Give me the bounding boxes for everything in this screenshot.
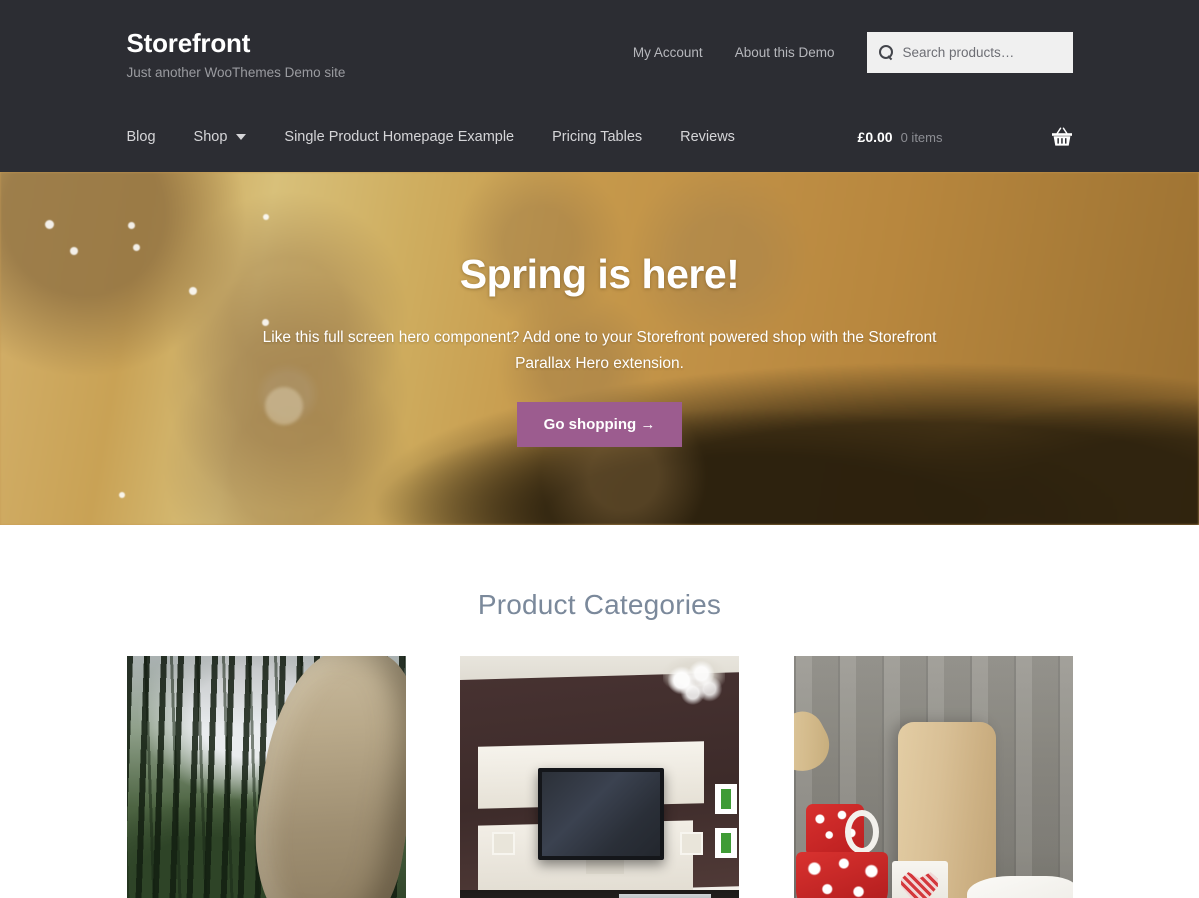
- site-title[interactable]: Storefront: [127, 28, 346, 59]
- cart-contents[interactable]: £0.00 0 items: [858, 127, 1073, 147]
- tv-screen: [538, 767, 664, 860]
- chandelier-decor: [663, 657, 725, 714]
- search-input[interactable]: [902, 45, 1061, 60]
- polka-dot-mug: [805, 803, 879, 854]
- tv-floor-unit: [460, 889, 739, 898]
- category-image-homeware: [793, 655, 1073, 898]
- polka-dot-bowl: [795, 851, 888, 898]
- heart-decor: [901, 872, 938, 898]
- nav-item-label: Shop: [193, 128, 228, 145]
- category-card-electronics[interactable]: [460, 655, 739, 898]
- wall-frame: [715, 827, 737, 858]
- nav-item-single-product-homepage-example[interactable]: Single Product Homepage Example: [284, 130, 514, 145]
- nav-item-label: Single Product Homepage Example: [284, 128, 515, 145]
- nav-item-label: Pricing Tables: [552, 128, 643, 145]
- hero-highlight-speck: [70, 247, 78, 255]
- nav-item-my-account[interactable]: My Account: [633, 46, 703, 60]
- nav-item-label: Blog: [126, 128, 156, 145]
- hero-content: Spring is here! Like this full screen he…: [127, 172, 1073, 448]
- search-icon: [878, 45, 894, 60]
- cart-total-amount: £0.00: [857, 129, 893, 146]
- heart-jar: [891, 860, 948, 898]
- nav-item-blog[interactable]: Blog: [127, 130, 156, 145]
- site-header: Storefront Just another WooThemes Demo s…: [0, 0, 1199, 172]
- nav-item-about-this-demo[interactable]: About this Demo: [735, 46, 835, 60]
- header-inner: Storefront Just another WooThemes Demo s…: [127, 0, 1073, 80]
- chevron-down-icon: [236, 134, 247, 141]
- category-image-electronics: [460, 655, 739, 898]
- nav-item-shop[interactable]: Shop: [194, 130, 247, 145]
- header-right-area: My Account About this Demo: [633, 28, 1073, 73]
- shopping-basket-icon[interactable]: [1051, 127, 1073, 147]
- category-grid: [126, 655, 1073, 898]
- site-branding[interactable]: Storefront Just another WooThemes Demo s…: [127, 28, 346, 83]
- page-title: Product Categories: [477, 589, 722, 620]
- product-search-box[interactable]: [866, 32, 1073, 73]
- go-shopping-button[interactable]: Go shopping →: [516, 402, 683, 448]
- site-tagline: Just another WooThemes Demo site: [126, 65, 346, 81]
- tv-wall-square: [680, 831, 703, 855]
- category-card-outdoors[interactable]: [126, 655, 406, 898]
- category-image-outdoors: [126, 655, 406, 898]
- wooden-spoon: [793, 703, 838, 782]
- hero-subtitle: Like this full screen hero component? Ad…: [262, 329, 937, 372]
- hero-banner: Spring is here! Like this full screen he…: [0, 172, 1199, 525]
- wall-frame: [715, 783, 737, 814]
- category-card-homeware[interactable]: [793, 655, 1073, 898]
- cart-item-count: 0 items: [900, 129, 943, 145]
- nav-item-label: Reviews: [680, 128, 735, 145]
- hero-title: Spring is here!: [459, 251, 740, 297]
- hero-highlight-speck: [45, 220, 54, 229]
- nav-item-reviews[interactable]: Reviews: [680, 130, 735, 145]
- secondary-navigation: My Account About this Demo: [633, 46, 835, 60]
- nav-item-pricing-tables[interactable]: Pricing Tables: [552, 130, 642, 145]
- hero-highlight-speck: [119, 492, 125, 498]
- primary-navigation: Blog Shop Single Product Homepage Exampl…: [127, 130, 858, 145]
- tv-wall-square: [492, 831, 515, 855]
- primary-navigation-row: Blog Shop Single Product Homepage Exampl…: [127, 83, 1073, 147]
- product-categories-section: Product Categories: [0, 525, 1199, 898]
